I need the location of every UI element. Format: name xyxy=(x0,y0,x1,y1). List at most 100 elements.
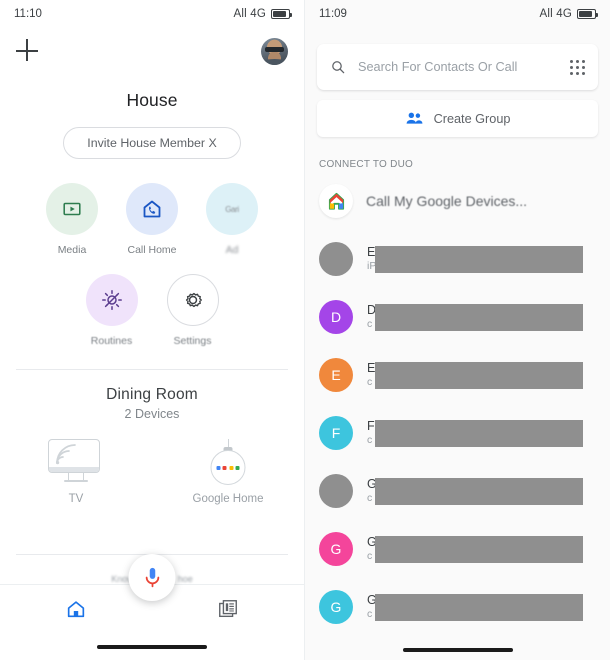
avatar xyxy=(319,474,353,508)
contact-list: E iP D D c E E c F F c G c G G c G G c xyxy=(305,230,610,636)
avatar: F xyxy=(319,416,353,450)
redaction-bar xyxy=(375,304,583,331)
home-indicator xyxy=(97,645,207,649)
contact-text: G c xyxy=(367,535,610,563)
avatar[interactable] xyxy=(261,37,288,65)
mic-icon xyxy=(145,567,159,587)
plus-icon[interactable] xyxy=(16,39,40,63)
routine-brightness-icon-svg xyxy=(101,290,122,310)
status-time: 11:09 xyxy=(319,8,347,20)
quick-action-label: Media xyxy=(57,244,87,256)
google-home-speaker-icon xyxy=(205,439,251,485)
device-tv[interactable]: TV xyxy=(36,439,116,505)
avatar: G xyxy=(319,532,353,566)
gear-icon xyxy=(166,274,219,326)
status-bar-right: 11:09 All 4G xyxy=(305,0,610,28)
duo-device-row[interactable]: Call My Google Devices... xyxy=(305,170,610,230)
status-bar-left: 11:10 All 4G xyxy=(0,0,304,28)
media-play-icon-svg xyxy=(63,202,81,216)
status-network: All 4G xyxy=(233,8,266,20)
google-home-logo xyxy=(319,184,353,218)
list-item[interactable]: F F c xyxy=(305,404,610,462)
gear-icon-svg xyxy=(185,292,202,308)
contact-text: E iP xyxy=(367,245,610,273)
avatar-initial: G xyxy=(330,599,342,615)
feed-icon xyxy=(219,599,237,617)
google-home-logo-svg xyxy=(328,192,344,210)
blurred-icon-text: Gari xyxy=(225,204,239,214)
media-play-icon xyxy=(46,183,98,235)
list-item[interactable]: G c xyxy=(305,462,610,520)
quick-action-label: Routines xyxy=(90,335,133,347)
create-group-button[interactable]: Create Group xyxy=(317,100,598,137)
nav-item-feed[interactable] xyxy=(204,589,252,629)
status-time: 11:10 xyxy=(14,8,42,20)
avatar: G xyxy=(319,590,353,624)
list-item[interactable]: G G c xyxy=(305,520,610,578)
room-name: Dining Room xyxy=(106,386,198,403)
redaction-bar xyxy=(375,594,583,621)
create-group-label: Create Group xyxy=(433,111,511,126)
redaction-bar xyxy=(375,420,583,447)
avatar-initial: E xyxy=(331,367,341,383)
quick-action-call-home[interactable]: Call Home xyxy=(125,183,180,256)
list-item[interactable]: G G c xyxy=(305,578,610,636)
device-label: TV xyxy=(68,493,84,505)
duo-device-label: Call My Google Devices... xyxy=(366,193,528,209)
contact-text: E c xyxy=(367,361,610,389)
redaction-bar xyxy=(375,362,583,389)
device-label: Google Home xyxy=(192,493,264,505)
home-icon xyxy=(67,600,85,617)
quick-actions-row-2: Routines Settings xyxy=(0,274,304,347)
status-right-group: All 4G xyxy=(233,8,293,20)
avatar-initial: G xyxy=(330,541,342,557)
section-header-label: CONNECT TO DUO xyxy=(319,159,414,170)
contact-text: D c xyxy=(367,303,610,331)
google-home-screen: 11:10 All 4G House Invite House Member X xyxy=(0,0,305,660)
quick-action-settings[interactable]: Settings xyxy=(165,274,220,347)
contact-text: G c xyxy=(367,593,610,621)
search-input[interactable]: Search For Contacts Or Call xyxy=(358,60,558,74)
battery-icon xyxy=(271,9,293,19)
room-device-count: 2 Devices xyxy=(124,407,180,421)
group-people-icon xyxy=(406,112,422,124)
nav-item-home[interactable] xyxy=(52,589,100,629)
list-item[interactable]: E iP xyxy=(305,230,610,288)
avatar-initial: D xyxy=(330,309,342,325)
section-divider xyxy=(16,369,288,370)
cast-waves-icon xyxy=(56,444,76,465)
top-bar-left xyxy=(0,28,304,74)
assistant-hint-right[interactable]: hoe xyxy=(178,574,193,584)
quick-action-media[interactable]: Media xyxy=(45,183,100,256)
search-bar[interactable]: Search For Contacts Or Call xyxy=(317,44,598,90)
invite-house-member-button[interactable]: Invite House Member X xyxy=(63,127,241,159)
speaker-dot-green xyxy=(235,465,240,470)
contact-text: G c xyxy=(367,477,610,505)
quick-action-routines[interactable]: Routines xyxy=(84,274,139,347)
quick-action-label: Settings xyxy=(173,335,212,347)
quick-action-label: Call Home xyxy=(127,244,177,256)
page-title: House xyxy=(126,90,178,110)
redaction-bar xyxy=(375,536,583,563)
list-item[interactable]: D D c xyxy=(305,288,610,346)
call-home-icon-svg xyxy=(143,200,161,218)
keypad-icon[interactable] xyxy=(570,59,585,75)
routine-brightness-icon xyxy=(85,274,138,326)
home-indicator xyxy=(402,648,513,652)
call-home-icon xyxy=(126,183,178,235)
status-network: All 4G xyxy=(539,8,572,20)
quick-action-blurred[interactable]: Gari Ad xyxy=(205,183,260,256)
contact-text: F c xyxy=(367,419,610,447)
list-item[interactable]: E E c xyxy=(305,346,610,404)
search-icon xyxy=(332,61,345,74)
avatar: D xyxy=(319,300,353,334)
speaker-dot-yellow xyxy=(229,465,234,470)
redaction-bar xyxy=(375,478,583,505)
quick-actions-row: Media Call Home Gari Ad xyxy=(0,183,304,256)
device-google-home[interactable]: Google Home xyxy=(188,439,268,505)
speaker-dot-blue xyxy=(216,465,221,470)
blurred-icon: Gari xyxy=(206,183,258,235)
mic-button[interactable] xyxy=(128,554,176,601)
avatar-initial: F xyxy=(331,425,341,441)
duo-contacts-screen: 11:09 All 4G Search For Contacts Or Call xyxy=(305,0,610,660)
